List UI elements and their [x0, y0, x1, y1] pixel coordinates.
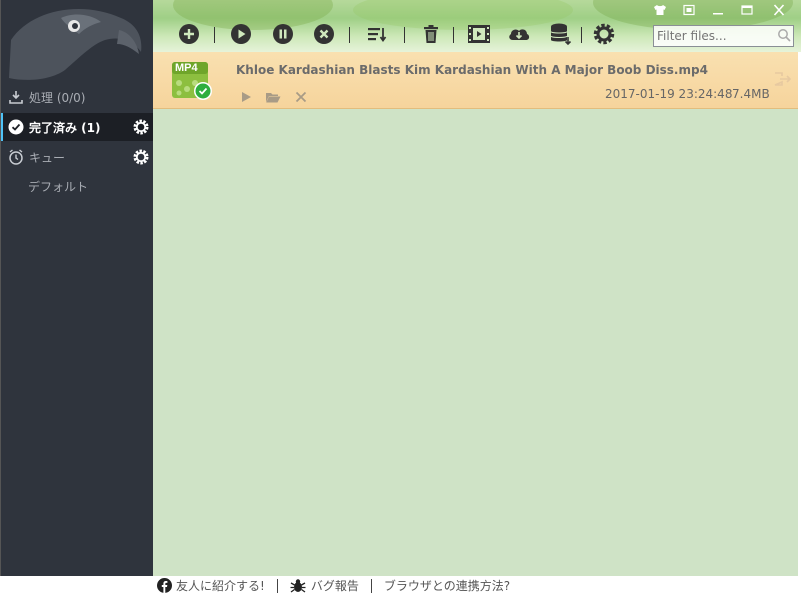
footer-divider: [370, 578, 372, 593]
settings-button[interactable]: [592, 22, 616, 46]
folder-open-icon: [266, 93, 281, 103]
maximize-button[interactable]: [737, 2, 757, 18]
sidebar-item-label: 完了済み (1): [29, 120, 101, 135]
toolbar-divider: [214, 27, 215, 43]
video-icon: [468, 25, 490, 43]
file-size: 7.4MB: [732, 87, 770, 101]
browser-integration-link[interactable]: ブラウザとの連携方法?: [384, 577, 510, 594]
download-icon: [8, 89, 24, 105]
sidebar-item-queue[interactable]: キュー: [1, 143, 154, 171]
stop-icon: [314, 24, 334, 44]
toolbar-divider: [349, 27, 350, 43]
check-circle-icon: [8, 119, 24, 135]
sort-button[interactable]: [365, 22, 389, 46]
close-icon: [773, 4, 785, 16]
database-icon: [550, 23, 572, 46]
add-button[interactable]: [177, 22, 201, 46]
cloud-download-button[interactable]: [507, 22, 531, 46]
restore-button[interactable]: [679, 2, 699, 18]
browser-integration-label: ブラウザとの連携方法?: [383, 579, 511, 593]
footer-divider: [276, 578, 278, 593]
share-link[interactable]: 友人に紹介する!: [157, 577, 265, 594]
download-list: MP4 Khloe Kardashian Blasts Kim Kardashi…: [153, 52, 798, 576]
bug-icon: [290, 579, 306, 593]
filter-input[interactable]: [653, 25, 794, 47]
toolbar: [153, 0, 801, 52]
delete-button[interactable]: [419, 22, 443, 46]
sidebar-item-completed[interactable]: 完了済み (1): [1, 113, 154, 141]
download-date: 2017-01-19 23:24:48: [605, 87, 733, 101]
sidebar-item-label: キュー: [29, 150, 66, 165]
file-type-badge: MP4: [175, 62, 198, 74]
restore-icon: [683, 4, 695, 16]
minimize-icon: [713, 13, 723, 15]
gear-icon[interactable]: [132, 148, 150, 166]
search-icon[interactable]: [777, 28, 791, 42]
sort-icon: [368, 28, 387, 43]
download-row[interactable]: MP4 Khloe Kardashian Blasts Kim Kardashi…: [153, 52, 798, 109]
file-name[interactable]: Khloe Kardashian Blasts Kim Kardashian W…: [236, 63, 708, 77]
settings-icon: [593, 23, 615, 45]
stop-button[interactable]: [312, 22, 336, 46]
add-icon: [179, 24, 199, 44]
pause-icon: [273, 24, 293, 44]
sidebar-item-default[interactable]: デフォルト: [28, 178, 88, 195]
sidebar-item-label: 処理 (0/0): [29, 90, 86, 105]
play-file-button[interactable]: [238, 89, 254, 105]
bug-report-label: バグ報告: [310, 579, 359, 593]
minimize-button[interactable]: [708, 2, 728, 18]
maximize-icon: [741, 5, 753, 15]
play-icon: [231, 24, 251, 44]
convert-video-button[interactable]: [467, 22, 491, 46]
database-button[interactable]: [548, 22, 572, 46]
toolbar-divider: [581, 27, 582, 43]
play-icon: [242, 92, 251, 102]
cloud-download-icon: [509, 29, 530, 40]
bug-report-link[interactable]: バグ報告: [290, 577, 359, 594]
pause-button[interactable]: [271, 22, 295, 46]
share-label: 友人に紹介する!: [176, 579, 265, 593]
close-button[interactable]: [769, 2, 789, 18]
app-window: 処理 (0/0) 完了済み (1) キュー デフォルト Filter files…: [0, 0, 801, 595]
footer: 友人に紹介する! バグ報告 ブラウザとの連携方法?: [153, 576, 801, 595]
toolbar-divider: [404, 27, 405, 43]
mp4-file-icon: MP4: [171, 61, 212, 101]
facebook-icon: [157, 578, 172, 593]
toolbar-divider: [453, 27, 454, 43]
skin-button[interactable]: [650, 2, 670, 18]
start-button[interactable]: [229, 22, 253, 46]
sidebar: 処理 (0/0) 完了済み (1) キュー デフォルト: [0, 0, 154, 576]
eagle-logo: [9, 9, 142, 80]
gear-icon[interactable]: [132, 118, 150, 136]
open-folder-button[interactable]: [265, 89, 281, 105]
skin-icon: [654, 5, 666, 15]
sidebar-item-processing[interactable]: 処理 (0/0): [1, 83, 154, 111]
alarm-clock-icon: [8, 149, 24, 165]
open-external-icon[interactable]: [773, 71, 793, 87]
close-icon: [295, 91, 307, 103]
remove-button[interactable]: [293, 89, 309, 105]
trash-icon: [424, 25, 438, 43]
